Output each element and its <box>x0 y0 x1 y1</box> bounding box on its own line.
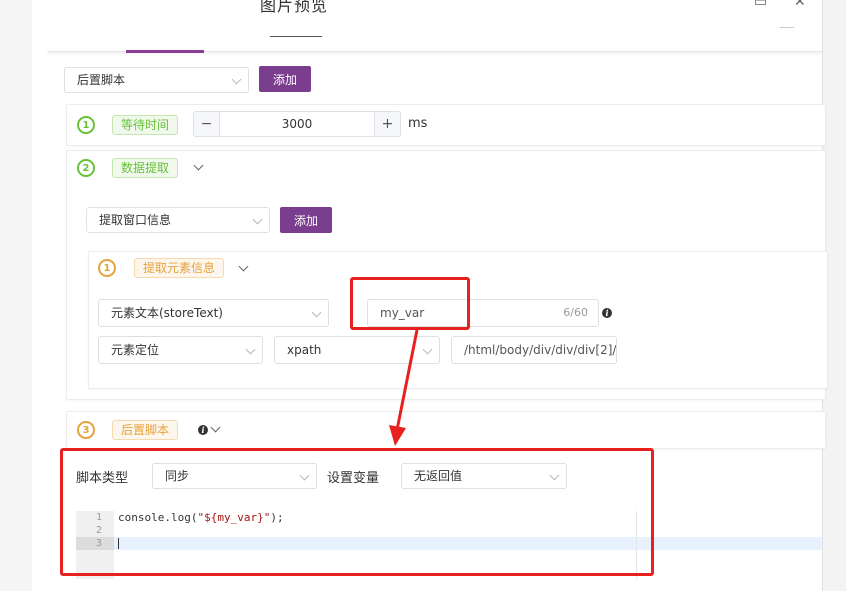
variable-name-count: 6/60 <box>563 306 588 319</box>
tag-extract-element-info: 提取元素信息 <box>134 258 225 278</box>
chevron-down-icon <box>252 214 263 225</box>
step-index-1: 1 <box>77 116 95 134</box>
step-card-wait <box>66 104 826 146</box>
extract-type-select[interactable]: 提取窗口信息 <box>86 207 270 233</box>
maximize-icon[interactable]: ▭ <box>754 0 767 10</box>
step-index-3: 3 <box>77 421 95 439</box>
add-step-button[interactable]: 添加 <box>259 66 311 92</box>
extract-type-select-value: 提取窗口信息 <box>99 213 172 227</box>
info-icon[interactable]: i <box>198 425 208 435</box>
header-mark <box>780 27 794 28</box>
script-type-select-value: 后置脚本 <box>77 73 126 87</box>
sub-step-index-1: 1 <box>98 259 116 277</box>
wait-time-stepper[interactable]: − 3000 + <box>193 111 401 137</box>
locate-method-select-value: 元素定位 <box>111 343 160 357</box>
title-underline <box>270 36 322 37</box>
attribute-select[interactable]: 元素文本(storeText) <box>98 299 329 327</box>
tag-wait-time: 等待时间 <box>112 115 179 135</box>
arrow-head <box>389 425 406 446</box>
close-icon[interactable]: ✕ <box>794 0 806 10</box>
decrement-button[interactable]: − <box>194 112 220 136</box>
increment-button[interactable]: + <box>374 112 400 136</box>
annotation-arrow <box>389 329 419 446</box>
chevron-down-icon <box>311 307 322 318</box>
step-index-2: 2 <box>77 159 95 177</box>
add-extract-button[interactable]: 添加 <box>280 207 332 233</box>
attribute-select-value: 元素文本(storeText) <box>111 306 223 320</box>
tag-data-extract: 数据提取 <box>112 158 179 178</box>
chevron-down-icon <box>245 344 256 355</box>
background-left <box>0 0 32 591</box>
script-type-select[interactable]: 后置脚本 <box>64 67 249 93</box>
highlight-box-variable <box>350 277 470 330</box>
tag-post-script: 后置脚本 <box>112 420 179 440</box>
arrow-shaft <box>395 329 419 431</box>
wait-time-unit: ms <box>408 116 428 131</box>
highlight-box-script <box>60 448 654 576</box>
chevron-down-icon <box>231 74 242 85</box>
locate-type-select-value: xpath <box>287 343 322 357</box>
locate-method-select[interactable]: 元素定位 <box>98 336 263 364</box>
dialog-title: 图片预览 <box>260 0 329 15</box>
locate-value-input[interactable]: /html/body/div/div/div[2]/se <box>451 336 617 364</box>
locate-value: /html/body/div/div/div[2]/se <box>464 343 617 357</box>
step-card-post-script <box>66 411 826 449</box>
wait-time-value[interactable]: 3000 <box>220 112 374 136</box>
active-tab-indicator <box>126 50 204 53</box>
info-icon[interactable]: i <box>602 308 612 318</box>
